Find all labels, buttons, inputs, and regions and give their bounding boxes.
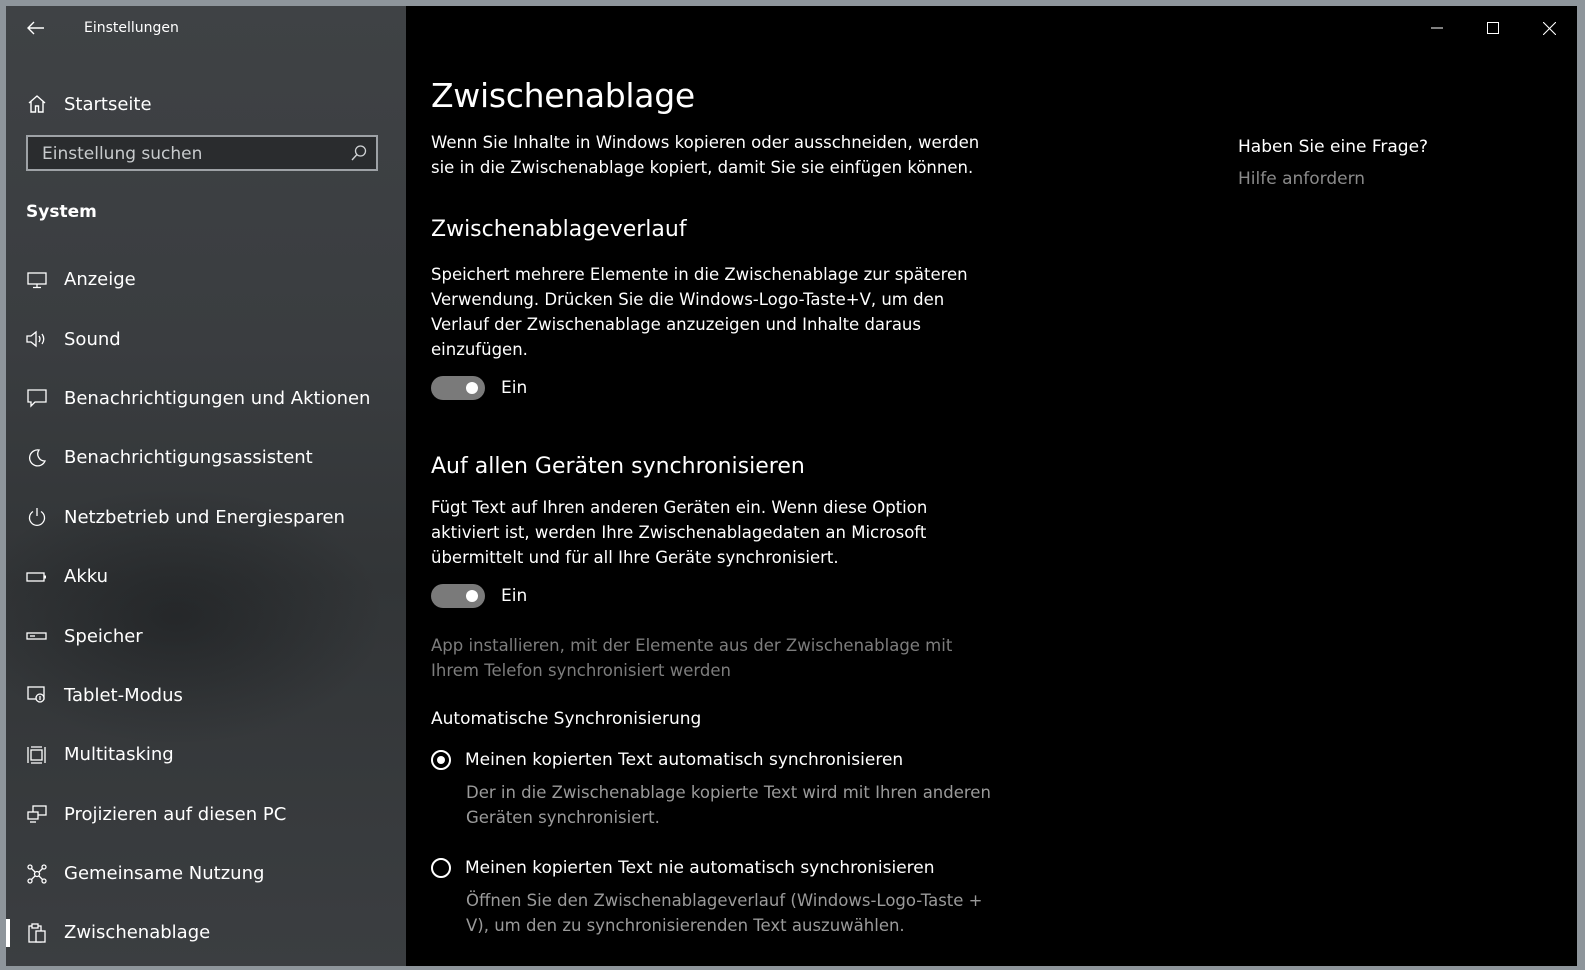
sidebar-item-label: Projizieren auf diesen PC	[64, 803, 287, 825]
multitasking-icon	[24, 742, 50, 768]
sidebar-item-multitasking[interactable]: Multitasking	[24, 725, 404, 784]
close-button[interactable]	[1521, 6, 1577, 50]
power-icon	[24, 504, 50, 530]
sidebar-item-benachrichtigungen[interactable]: Benachrichtigungen und Aktionen	[24, 369, 404, 428]
sidebar-item-zwischenablage[interactable]: Zwischenablage	[6, 903, 404, 962]
radio-description: Öffnen Sie den Zwischenablageverlauf (Wi…	[466, 891, 983, 935]
sidebar-item-label: Sound	[64, 328, 121, 350]
sidebar-item-label: Benachrichtigungsassistent	[64, 447, 313, 469]
help-panel: Haben Sie eine Frage? Hilfe anfordern	[1238, 137, 1538, 189]
radio-button[interactable]	[431, 750, 451, 770]
history-heading: Zwischenablageverlauf	[431, 217, 687, 242]
speaker-icon	[24, 326, 50, 352]
main-content: Zwischenablage Wenn Sie Inhalte in Windo…	[406, 6, 1577, 966]
search-box[interactable]	[26, 135, 378, 171]
radio-label: Meinen kopierten Text automatisch synchr…	[465, 750, 904, 770]
sidebar-item-speicher[interactable]: Speicher	[24, 606, 404, 665]
sidebar-item-akku[interactable]: Akku	[24, 547, 404, 606]
sidebar-item-label: Benachrichtigungen und Aktionen	[64, 387, 371, 409]
maximize-icon	[1487, 22, 1499, 34]
sidebar-item-label: Multitasking	[64, 744, 174, 766]
nav-home-label: Startseite	[64, 93, 152, 115]
help-question: Haben Sie eine Frage?	[1238, 137, 1429, 157]
sync-toggle-row: Ein	[431, 582, 991, 610]
sidebar-item-label: Speicher	[64, 625, 143, 647]
nav-list: Anzeige Sound Benachrichtigungen und Akt…	[6, 250, 404, 963]
radio-label: Meinen kopierten Text nie automatisch sy…	[465, 858, 935, 878]
section-label-system: System	[26, 202, 97, 222]
sidebar-item-sound[interactable]: Sound	[24, 309, 404, 368]
settings-content: Wenn Sie Inhalte in Windows kopieren ode…	[431, 130, 991, 938]
auto-sync-label: Automatische Synchronisierung	[431, 709, 702, 729]
battery-icon	[24, 564, 50, 590]
clipboard-icon	[24, 920, 50, 946]
radio-option-auto-sync[interactable]: Meinen kopierten Text automatisch synchr…	[431, 750, 991, 770]
back-button[interactable]	[20, 16, 52, 40]
search-input[interactable]	[40, 137, 344, 171]
sync-toggle-label: Ein	[501, 586, 528, 606]
sidebar-item-projizieren[interactable]: Projizieren auf diesen PC	[24, 785, 404, 844]
monitor-icon	[24, 267, 50, 293]
sync-toggle[interactable]	[431, 584, 485, 608]
moon-icon	[24, 445, 50, 471]
project-icon	[24, 801, 50, 827]
help-link[interactable]: Hilfe anfordern	[1238, 169, 1538, 189]
page-title: Zwischenablage	[431, 76, 695, 115]
history-description: Speichert mehrere Elemente in die Zwisch…	[431, 265, 968, 359]
maximize-button[interactable]	[1465, 6, 1521, 50]
nav-home[interactable]: Startseite	[24, 84, 394, 124]
intro-text: Wenn Sie Inhalte in Windows kopieren ode…	[431, 133, 980, 177]
back-arrow-icon	[27, 21, 44, 35]
radio-description: Der in die Zwischenablage kopierte Text …	[466, 783, 991, 827]
sync-description: Fügt Text auf Ihren anderen Geräten ein.…	[431, 498, 928, 567]
share-icon	[24, 861, 50, 887]
sync-heading: Auf allen Geräten synchronisieren	[431, 454, 805, 479]
sidebar-item-label: Zwischenablage	[64, 922, 211, 944]
settings-window: Einstellungen Startseite System	[6, 6, 1577, 966]
sidebar-item-anzeige[interactable]: Anzeige	[24, 250, 404, 309]
sidebar-item-label: Netzbetrieb und Energiesparen	[64, 506, 345, 528]
radio-option-never-sync[interactable]: Meinen kopierten Text nie automatisch sy…	[431, 858, 991, 878]
sidebar-item-gemeinsame-nutzung[interactable]: Gemeinsame Nutzung	[24, 844, 404, 903]
radio-button[interactable]	[431, 858, 451, 878]
app-install-link[interactable]: App installieren, mit der Elemente aus d…	[431, 633, 991, 683]
storage-icon	[24, 623, 50, 649]
search-icon[interactable]	[350, 144, 368, 162]
window-controls	[1409, 6, 1577, 50]
sidebar: Einstellungen Startseite System	[6, 6, 406, 966]
minimize-button[interactable]	[1409, 6, 1465, 50]
sidebar-item-netzbetrieb[interactable]: Netzbetrieb und Energiesparen	[24, 488, 404, 547]
sidebar-item-label: Anzeige	[64, 269, 136, 291]
app-title: Einstellungen	[84, 20, 179, 36]
home-icon	[24, 91, 50, 117]
sidebar-item-label: Akku	[64, 566, 109, 588]
titlebar-left: Einstellungen	[6, 6, 406, 50]
sidebar-item-label: Gemeinsame Nutzung	[64, 863, 265, 885]
sidebar-item-assistent[interactable]: Benachrichtigungsassistent	[24, 428, 404, 487]
history-toggle[interactable]	[431, 376, 485, 400]
minimize-icon	[1431, 27, 1443, 29]
close-icon	[1542, 21, 1556, 35]
tablet-icon	[24, 682, 50, 708]
history-toggle-label: Ein	[501, 378, 528, 398]
history-toggle-row: Ein	[431, 374, 991, 402]
sidebar-item-tablet-modus[interactable]: Tablet-Modus	[24, 666, 404, 725]
notification-icon	[24, 385, 50, 411]
sidebar-item-label: Tablet-Modus	[64, 684, 183, 706]
